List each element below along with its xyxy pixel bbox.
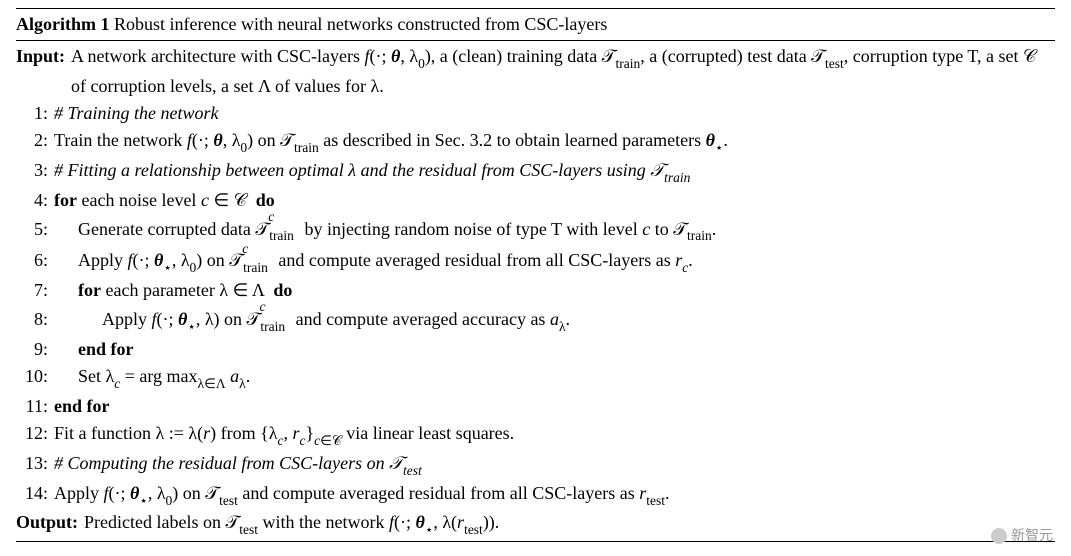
output-row: Output: Predicted labels on 𝒯test with t…: [16, 509, 1055, 539]
line-number: 12:: [16, 420, 54, 447]
line-content: # Training the network: [54, 100, 1055, 127]
input-row: Input: A network architecture with CSC-l…: [16, 43, 1055, 100]
algo-line: 1:# Training the network: [16, 100, 1055, 127]
algorithm-title: Robust inference with neural networks co…: [114, 14, 607, 34]
line-number: 13:: [16, 450, 54, 477]
line-content: end for: [54, 393, 1055, 420]
line-number: 9:: [16, 336, 54, 363]
watermark-icon: [991, 528, 1007, 544]
line-content: for each noise level c ∈ 𝒞 do: [54, 187, 1055, 214]
watermark-text: 新智元: [1011, 525, 1053, 546]
line-content: Train the network f(·; θ, λ0) on 𝒯train …: [54, 127, 1055, 157]
algo-line: 13:# Computing the residual from CSC-lay…: [16, 450, 1055, 480]
line-content: Fit a function λ := λ(r) from {λc, rc}c∈…: [54, 420, 1055, 450]
algo-line: 3:# Fitting a relationship between optim…: [16, 157, 1055, 187]
input-text: A network architecture with CSC-layers f…: [71, 43, 1055, 100]
line-number: 8:: [16, 306, 54, 333]
algo-line: 12:Fit a function λ := λ(r) from {λc, rc…: [16, 420, 1055, 450]
line-content: for each parameter λ ∈ Λ do: [54, 277, 1055, 304]
watermark: 新智元: [991, 525, 1053, 546]
algorithm-lines: 1:# Training the network2:Train the netw…: [16, 100, 1055, 510]
line-content: # Computing the residual from CSC-layers…: [54, 450, 1055, 480]
line-number: 4:: [16, 187, 54, 214]
line-content: Apply f(·; θ⋆, λ0) on 𝒯trainc and comput…: [54, 245, 1055, 277]
line-number: 3:: [16, 157, 54, 184]
line-number: 10:: [16, 363, 54, 390]
line-content: Apply f(·; θ⋆, λ) on 𝒯trainc and compute…: [54, 304, 1055, 336]
algo-line: 6:Apply f(·; θ⋆, λ0) on 𝒯trainc and comp…: [16, 245, 1055, 277]
algo-line: 10:Set λc = arg maxλ∈Λ aλ.: [16, 363, 1055, 393]
algo-line: 2:Train the network f(·; θ, λ0) on 𝒯trai…: [16, 127, 1055, 157]
line-number: 1:: [16, 100, 54, 127]
line-number: 7:: [16, 277, 54, 304]
line-content: Apply f(·; θ⋆, λ0) on 𝒯test and compute …: [54, 480, 1055, 510]
output-text: Predicted labels on 𝒯test with the netwo…: [84, 509, 1055, 539]
input-label: Input:: [16, 43, 71, 70]
algo-line: 8:Apply f(·; θ⋆, λ) on 𝒯trainc and compu…: [16, 304, 1055, 336]
line-number: 2:: [16, 127, 54, 154]
line-content: Set λc = arg maxλ∈Λ aλ.: [54, 363, 1055, 393]
line-number: 6:: [16, 247, 54, 274]
line-content: end for: [54, 336, 1055, 363]
output-label: Output:: [16, 509, 84, 536]
algorithm-title-row: Algorithm 1 Robust inference with neural…: [16, 9, 1055, 41]
line-number: 11:: [16, 393, 54, 420]
algo-line: 7:for each parameter λ ∈ Λ do: [16, 277, 1055, 304]
algorithm-number: Algorithm 1: [16, 14, 110, 34]
line-content: # Fitting a relationship between optimal…: [54, 157, 1055, 187]
algorithm-block: Algorithm 1 Robust inference with neural…: [16, 8, 1055, 542]
algo-line: 5:Generate corrupted data 𝒯trainc by inj…: [16, 214, 1055, 246]
algo-line: 9:end for: [16, 336, 1055, 363]
line-number: 5:: [16, 216, 54, 243]
algo-line: 11:end for: [16, 393, 1055, 420]
line-content: Generate corrupted data 𝒯trainc by injec…: [54, 214, 1055, 246]
algo-line: 4:for each noise level c ∈ 𝒞 do: [16, 187, 1055, 214]
algorithm-body: Input: A network architecture with CSC-l…: [16, 41, 1055, 541]
line-number: 14:: [16, 480, 54, 507]
algo-line: 14:Apply f(·; θ⋆, λ0) on 𝒯test and compu…: [16, 480, 1055, 510]
